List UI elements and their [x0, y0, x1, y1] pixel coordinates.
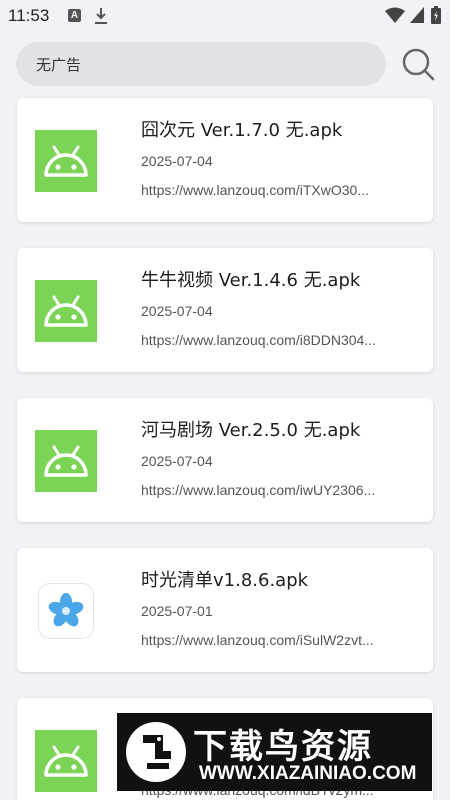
- result-title: 河马剧场 Ver.2.5.0 无.apk: [141, 420, 361, 441]
- status-bar: 11:53 A: [0, 0, 450, 32]
- result-card[interactable]: 河马剧场 Ver.2.5.0 无.apk 2025-07-04 https://…: [17, 398, 433, 522]
- search-input[interactable]: [36, 42, 366, 86]
- text-a-icon: A: [68, 9, 81, 22]
- result-title: 囧次元 Ver.1.7.0 无.apk: [141, 120, 343, 141]
- result-card[interactable]: 囧次元 Ver.1.7.0 无.apk 2025-07-04 https://w…: [17, 98, 433, 222]
- result-card[interactable]: 时光清单v1.8.6.apk 2025-07-01 https://www.la…: [17, 548, 433, 672]
- bird-logo-icon: [126, 722, 186, 782]
- result-date: 2025-07-01: [141, 603, 213, 619]
- wifi-icon: [385, 7, 405, 23]
- result-title: 时光清单v1.8.6.apk: [141, 570, 309, 591]
- download-icon: [95, 8, 107, 24]
- android-icon: [35, 130, 97, 192]
- result-date: 2025-07-04: [141, 303, 213, 319]
- result-url: https://www.lanzouq.com/iwUY2306...: [141, 482, 376, 498]
- result-url: https://www.lanzouq.com/iSulW2zvt...: [141, 632, 374, 648]
- watermark-banner: 下载鸟资源 WWW.XIAZAINIAO.COM: [117, 713, 432, 791]
- android-icon: [35, 280, 97, 342]
- watermark-url: WWW.XIAZAINIAO.COM: [199, 763, 417, 784]
- result-url: https://www.lanzouq.com/i8DDN304...: [141, 332, 376, 348]
- android-icon: [35, 730, 97, 792]
- result-url: https://www.lanzouq.com/iTXwO30...: [141, 182, 369, 198]
- search-field-container[interactable]: [16, 42, 386, 86]
- flower-icon: [38, 583, 94, 639]
- result-date: 2025-07-04: [141, 153, 213, 169]
- search-icon[interactable]: [400, 46, 436, 82]
- watermark-title: 下载鸟资源: [193, 727, 373, 767]
- result-card[interactable]: 牛牛视频 Ver.1.4.6 无.apk 2025-07-04 https://…: [17, 248, 433, 372]
- signal-icon: [410, 7, 424, 23]
- search-bar: [0, 42, 450, 86]
- android-icon: [35, 430, 97, 492]
- status-time: 11:53: [8, 6, 50, 25]
- battery-icon: [431, 6, 441, 24]
- result-date: 2025-07-04: [141, 453, 213, 469]
- result-title: 牛牛视频 Ver.1.4.6 无.apk: [141, 270, 361, 291]
